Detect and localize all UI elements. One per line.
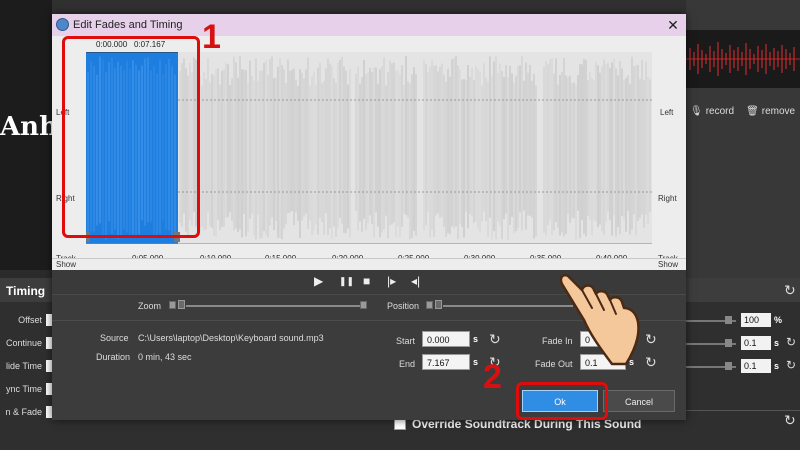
sync-time-label: ync Time — [5, 384, 42, 394]
start-field[interactable]: 0.000 — [422, 331, 470, 347]
end-field[interactable]: 7.167 — [422, 354, 470, 370]
microphone-icon: 🎙 — [690, 106, 703, 117]
fade-in-slider-thumb[interactable] — [725, 339, 732, 347]
pause-icon[interactable]: ❚❚ — [339, 276, 354, 287]
end-label: End — [399, 359, 416, 369]
cancel-button[interactable]: Cancel — [603, 390, 675, 412]
source-label: Source — [100, 333, 129, 343]
zoom-max-button[interactable] — [360, 301, 367, 309]
show-right-button[interactable]: Show — [658, 260, 678, 269]
app-logo-icon — [56, 18, 69, 31]
fade-in-field[interactable]: 0.1 — [741, 336, 771, 350]
slide-time-label: lide Time — [5, 361, 42, 371]
override-reset-icon[interactable]: ↻ — [784, 412, 796, 429]
trash-icon: 🗑 — [746, 106, 759, 117]
fade-label: n & Fade — [5, 407, 42, 417]
annotation-step-1: 1 — [202, 18, 221, 56]
dialog-title: Edit Fades and Timing — [73, 19, 183, 31]
source-path: C:\Users\laptop\Desktop\Keyboard sound.m… — [138, 333, 324, 343]
show-left-button[interactable]: Show — [56, 260, 76, 269]
zoom-label: Zoom — [138, 301, 162, 311]
remove-button[interactable]: 🗑 remove — [746, 106, 795, 117]
channel-left-label-right: Left — [660, 108, 674, 117]
fade-in-reset-icon[interactable]: ↻ — [786, 335, 796, 349]
annotation-selection-highlight — [62, 36, 200, 238]
continue-label: Continue — [5, 338, 42, 348]
fade-out-reset-icon[interactable]: ↻ — [786, 358, 796, 372]
position-slider[interactable] — [443, 305, 573, 307]
jump-to-start-icon[interactable]: ◂| — [411, 274, 420, 288]
fade-out-field[interactable]: 0.1 — [741, 359, 771, 373]
zoom-min-button[interactable] — [169, 301, 176, 309]
preview-text: Anh — [0, 112, 58, 142]
duration-label: Duration — [96, 352, 131, 362]
app-top-strip — [0, 0, 800, 14]
close-button[interactable]: ✕ — [664, 16, 682, 34]
jump-to-end-icon[interactable]: |▸ — [387, 274, 396, 288]
timing-reset-icon[interactable]: ↻ — [784, 282, 796, 299]
annotation-step-2: 2 — [483, 358, 502, 396]
record-button[interactable]: 🎙 record — [690, 106, 734, 117]
annotation-ok-highlight — [516, 382, 608, 420]
offset-label: Offset — [18, 315, 42, 325]
start-unit: s — [473, 334, 479, 344]
volume-unit: % — [774, 315, 783, 325]
volume-slider-thumb[interactable] — [725, 316, 732, 324]
volume-field[interactable]: 100 — [741, 313, 771, 327]
end-unit: s — [473, 357, 479, 367]
duration-value: 0 min, 43 sec — [138, 352, 192, 362]
timing-panel-title: Timing — [6, 284, 46, 298]
channel-right-label-right: Right — [658, 194, 677, 203]
zoom-slider[interactable] — [186, 305, 360, 307]
fade-in-unit: s — [774, 338, 780, 348]
zoom-slider-thumb[interactable] — [178, 300, 185, 309]
start-reset-icon[interactable]: ↻ — [489, 331, 501, 348]
position-slider-thumb[interactable] — [435, 300, 442, 309]
fade-out-slider-thumb[interactable] — [725, 362, 732, 370]
position-min-button[interactable] — [426, 301, 433, 309]
play-icon[interactable]: ▶ — [314, 274, 323, 288]
pointing-hand-icon — [560, 273, 640, 366]
soundtrack-waveform — [686, 30, 800, 88]
fade-out-unit: s — [774, 361, 780, 371]
position-label: Position — [387, 301, 420, 311]
sound-tools: 🎙 record 🗑 remove — [690, 106, 795, 117]
stop-icon[interactable]: ■ — [363, 274, 370, 288]
dialog-titlebar: Edit Fades and Timing ✕ — [52, 14, 686, 36]
start-label: Start — [396, 336, 416, 346]
